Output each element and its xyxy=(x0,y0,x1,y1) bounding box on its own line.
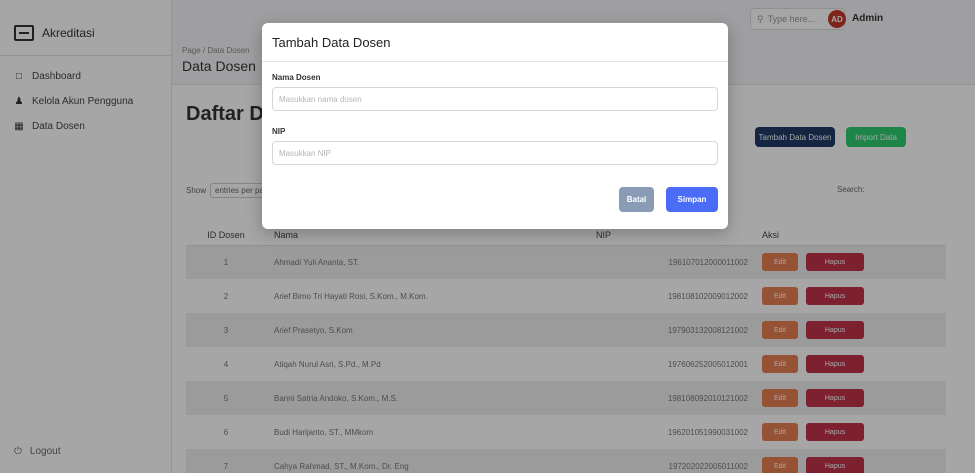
cancel-button[interactable]: Batal xyxy=(619,187,654,212)
add-dosen-modal: Tambah Data Dosen Nama Dosen NIP Batal S… xyxy=(262,23,728,229)
save-button[interactable]: Simpan xyxy=(666,187,718,212)
modal-divider xyxy=(262,61,728,62)
name-field-label: Nama Dosen xyxy=(272,73,321,82)
nip-field-label: NIP xyxy=(272,127,286,136)
name-field[interactable] xyxy=(272,87,718,111)
modal-title: Tambah Data Dosen xyxy=(272,35,391,50)
nip-field[interactable] xyxy=(272,141,718,165)
